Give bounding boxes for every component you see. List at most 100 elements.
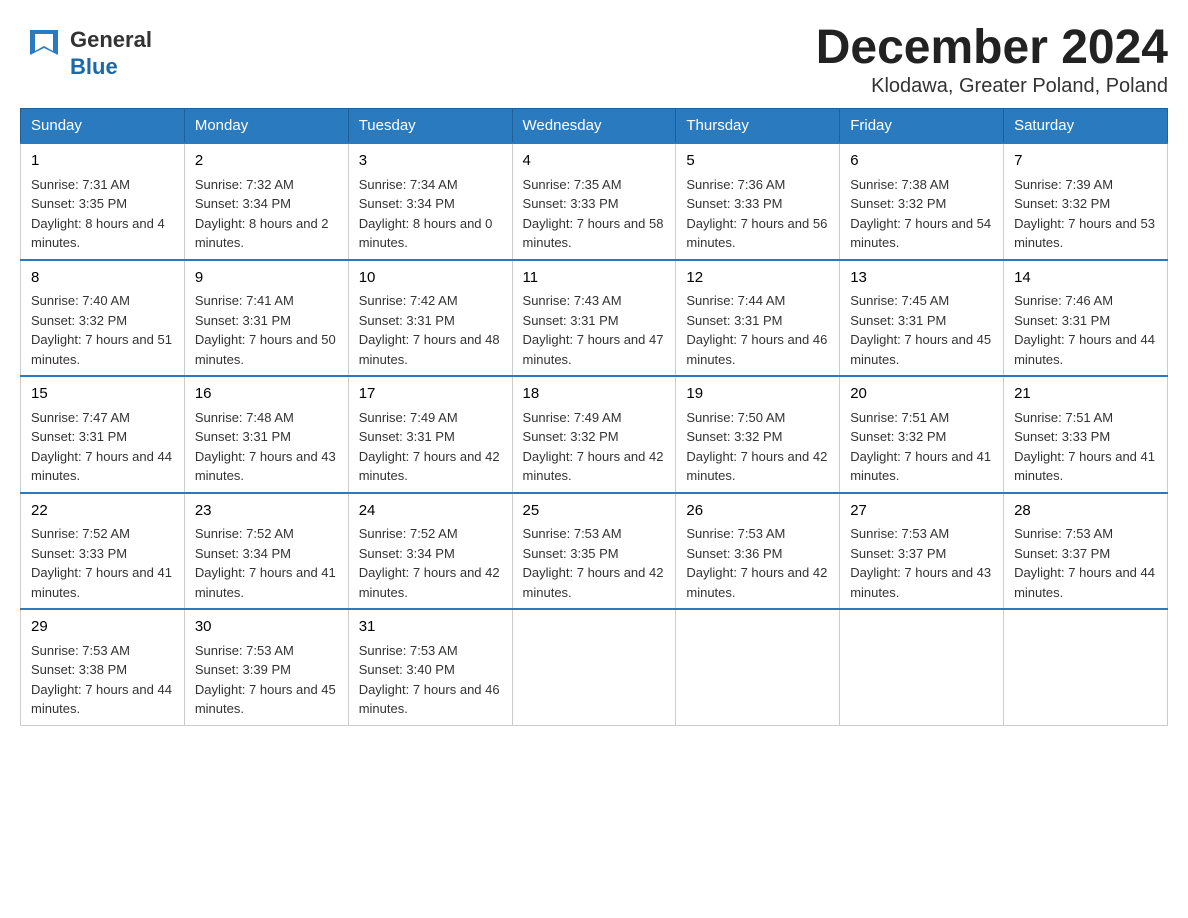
calendar-cell: 24Sunrise: 7:52 AMSunset: 3:34 PMDayligh… [348,493,512,610]
calendar-cell [512,609,676,725]
day-number: 22 [31,500,174,523]
calendar-cell: 31 Sunrise: 7:53 AMSunset: 3:40 PMDayligh… [348,609,512,725]
logo-blue-text: Blue [70,54,152,80]
calendar-cell: 22 Sunrise: 7:52 AMSunset: 3:33 PMDayligh… [21,493,185,610]
day-number: 27 [850,500,993,523]
calendar-cell: 25Sunrise: 7:53 AMSunset: 3:35 PMDayligh… [512,493,676,610]
calendar-cell: 19 Sunrise: 7:50 AMSunset: 3:32 PMDayligh… [676,376,840,493]
week-row-3: 15 Sunrise: 7:47 AMSunset: 3:31 PMDayligh… [21,376,1168,493]
day-number: 15 [31,383,174,406]
calendar-cell: 2Sunrise: 7:32 AMSunset: 3:34 PMDaylight… [184,143,348,260]
day-number: 20 [850,383,993,406]
day-info: Sunrise: 7:46 AMSunset: 3:31 PMDaylight:… [1014,293,1155,367]
calendar-cell: 27 Sunrise: 7:53 AMSunset: 3:37 PMDayligh… [840,493,1004,610]
day-info: Sunrise: 7:53 AMSunset: 3:37 PMDaylight:… [1014,526,1155,600]
day-number: 19 [686,383,829,406]
calendar-cell: 6Sunrise: 7:38 AMSunset: 3:32 PMDaylight… [840,143,1004,260]
calendar-cell: 21 Sunrise: 7:51 AMSunset: 3:33 PMDayligh… [1004,376,1168,493]
calendar-cell: 9 Sunrise: 7:41 AMSunset: 3:31 PMDaylight… [184,260,348,377]
calendar-cell: 10Sunrise: 7:42 AMSunset: 3:31 PMDayligh… [348,260,512,377]
day-info: Sunrise: 7:53 AMSunset: 3:38 PMDaylight:… [31,643,172,717]
calendar-cell: 3Sunrise: 7:34 AMSunset: 3:34 PMDaylight… [348,143,512,260]
header-sunday: Sunday [21,109,185,144]
page-header: General Blue December 2024 Klodawa, Grea… [20,20,1168,98]
calendar-cell: 11 Sunrise: 7:43 AMSunset: 3:31 PMDayligh… [512,260,676,377]
calendar-cell: 8Sunrise: 7:40 AMSunset: 3:32 PMDaylight… [21,260,185,377]
day-number: 26 [686,500,829,523]
header-tuesday: Tuesday [348,109,512,144]
day-number: 21 [1014,383,1157,406]
day-info: Sunrise: 7:49 AMSunset: 3:32 PMDaylight:… [523,410,664,484]
calendar-cell: 18 Sunrise: 7:49 AMSunset: 3:32 PMDayligh… [512,376,676,493]
logo-general-text: General [70,27,152,53]
day-info: Sunrise: 7:34 AMSunset: 3:34 PMDaylight:… [359,177,493,251]
header-thursday: Thursday [676,109,840,144]
calendar-cell: 17 Sunrise: 7:49 AMSunset: 3:31 PMDayligh… [348,376,512,493]
day-number: 7 [1014,150,1157,173]
day-info: Sunrise: 7:35 AMSunset: 3:33 PMDaylight:… [523,177,664,251]
day-number: 12 [686,267,829,290]
day-number: 8 [31,267,174,290]
day-number: 28 [1014,500,1157,523]
day-info: Sunrise: 7:53 AMSunset: 3:36 PMDaylight:… [686,526,827,600]
day-number: 6 [850,150,993,173]
calendar-cell [676,609,840,725]
day-number: 1 [31,150,174,173]
day-number: 5 [686,150,829,173]
calendar-cell: 13Sunrise: 7:45 AMSunset: 3:31 PMDayligh… [840,260,1004,377]
calendar-cell: 26 Sunrise: 7:53 AMSunset: 3:36 PMDayligh… [676,493,840,610]
day-info: Sunrise: 7:49 AMSunset: 3:31 PMDaylight:… [359,410,500,484]
day-number: 18 [523,383,666,406]
calendar-cell: 15 Sunrise: 7:47 AMSunset: 3:31 PMDayligh… [21,376,185,493]
day-number: 4 [523,150,666,173]
header-saturday: Saturday [1004,109,1168,144]
header-friday: Friday [840,109,1004,144]
logo: General Blue [20,20,152,80]
calendar-cell: 5Sunrise: 7:36 AMSunset: 3:33 PMDaylight… [676,143,840,260]
header-wednesday: Wednesday [512,109,676,144]
day-number: 17 [359,383,502,406]
week-row-4: 22 Sunrise: 7:52 AMSunset: 3:33 PMDayligh… [21,493,1168,610]
day-info: Sunrise: 7:52 AMSunset: 3:33 PMDaylight:… [31,526,172,600]
day-info: Sunrise: 7:44 AMSunset: 3:31 PMDaylight:… [686,293,827,367]
calendar-cell: 1 Sunrise: 7:31 AMSunset: 3:35 PMDaylight… [21,143,185,260]
month-title: December 2024 [816,20,1168,75]
day-number: 14 [1014,267,1157,290]
day-number: 10 [359,267,502,290]
day-number: 30 [195,616,338,639]
day-info: Sunrise: 7:31 AMSunset: 3:35 PMDaylight:… [31,177,165,251]
day-info: Sunrise: 7:39 AMSunset: 3:32 PMDaylight:… [1014,177,1155,251]
day-number: 24 [359,500,502,523]
day-info: Sunrise: 7:47 AMSunset: 3:31 PMDaylight:… [31,410,172,484]
calendar-cell: 16Sunrise: 7:48 AMSunset: 3:31 PMDayligh… [184,376,348,493]
day-info: Sunrise: 7:50 AMSunset: 3:32 PMDaylight:… [686,410,827,484]
calendar-cell: 30 Sunrise: 7:53 AMSunset: 3:39 PMDayligh… [184,609,348,725]
day-number: 25 [523,500,666,523]
calendar-cell: 23Sunrise: 7:52 AMSunset: 3:34 PMDayligh… [184,493,348,610]
calendar-cell [840,609,1004,725]
day-info: Sunrise: 7:53 AMSunset: 3:39 PMDaylight:… [195,643,336,717]
day-info: Sunrise: 7:32 AMSunset: 3:34 PMDaylight:… [195,177,329,251]
week-row-5: 29 Sunrise: 7:53 AMSunset: 3:38 PMDayligh… [21,609,1168,725]
day-info: Sunrise: 7:43 AMSunset: 3:31 PMDaylight:… [523,293,664,367]
weekday-header-row: Sunday Monday Tuesday Wednesday Thursday… [21,109,1168,144]
calendar-cell: 29 Sunrise: 7:53 AMSunset: 3:38 PMDayligh… [21,609,185,725]
calendar-cell: 14 Sunrise: 7:46 AMSunset: 3:31 PMDayligh… [1004,260,1168,377]
calendar-table: Sunday Monday Tuesday Wednesday Thursday… [20,108,1168,726]
day-info: Sunrise: 7:51 AMSunset: 3:33 PMDaylight:… [1014,410,1155,484]
week-row-1: 1 Sunrise: 7:31 AMSunset: 3:35 PMDaylight… [21,143,1168,260]
day-number: 9 [195,267,338,290]
day-number: 29 [31,616,174,639]
day-info: Sunrise: 7:53 AMSunset: 3:37 PMDaylight:… [850,526,991,600]
day-number: 31 [359,616,502,639]
day-number: 16 [195,383,338,406]
day-info: Sunrise: 7:51 AMSunset: 3:32 PMDaylight:… [850,410,991,484]
day-info: Sunrise: 7:53 AMSunset: 3:40 PMDaylight:… [359,643,500,717]
day-number: 23 [195,500,338,523]
calendar-cell: 7 Sunrise: 7:39 AMSunset: 3:32 PMDaylight… [1004,143,1168,260]
logo-icon [20,20,70,75]
day-number: 11 [523,267,666,290]
day-info: Sunrise: 7:41 AMSunset: 3:31 PMDaylight:… [195,293,336,367]
calendar-cell: 12 Sunrise: 7:44 AMSunset: 3:31 PMDayligh… [676,260,840,377]
title-area: December 2024 Klodawa, Greater Poland, P… [816,20,1168,98]
